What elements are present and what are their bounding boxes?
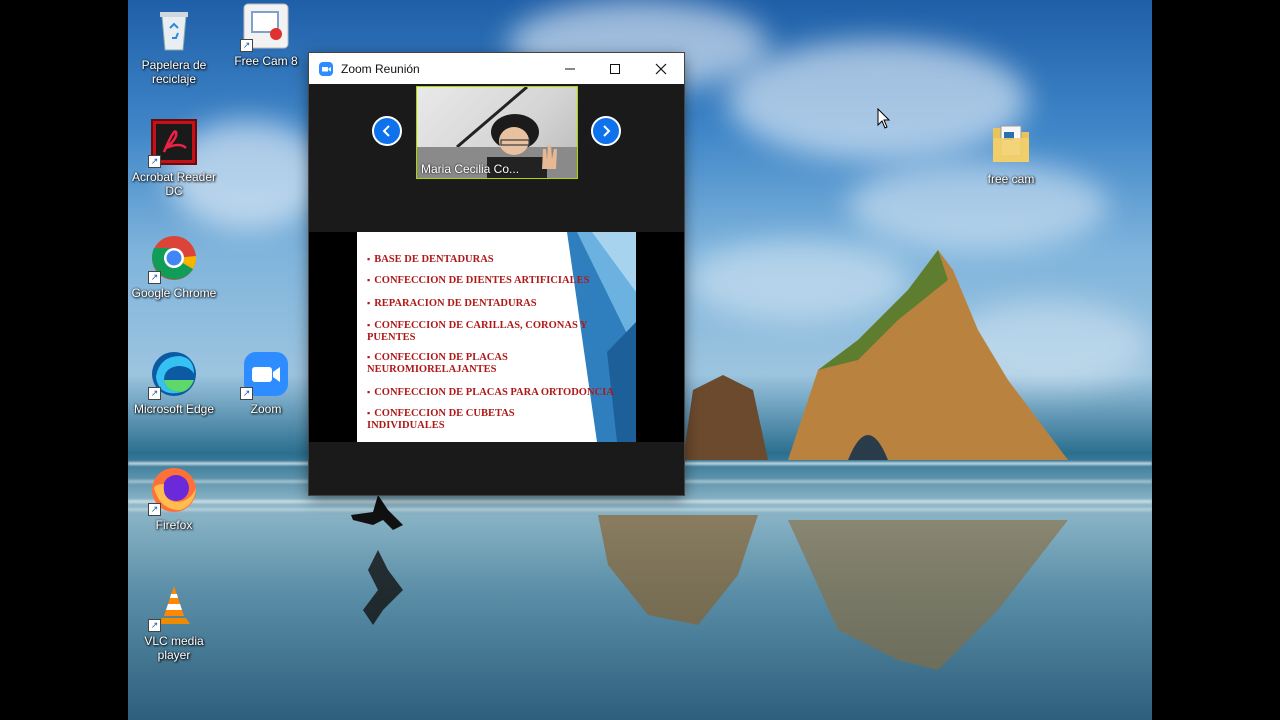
- slide-bullet: CONFECCION DE CUBETAS INDIVIDUALES: [367, 407, 537, 432]
- rock-arch-image: [788, 250, 1068, 670]
- desktop-icon-label: Google Chrome: [131, 286, 217, 300]
- zoom-icon: ↗: [240, 350, 290, 400]
- participant-video-tile[interactable]: Maria Cecilia Co...: [416, 86, 578, 179]
- desktop-icon-firefox[interactable]: ↗ Firefox: [129, 466, 219, 532]
- screen-share-area: BASE DE DENTADURAS CONFECCION DE DIENTES…: [309, 232, 684, 442]
- participant-video-strip: Maria Cecilia Co...: [309, 84, 684, 201]
- close-icon: [655, 63, 667, 74]
- chevron-right-icon: [603, 125, 611, 137]
- desktop-icon-chrome[interactable]: ↗ Google Chrome: [129, 234, 219, 300]
- desktop-icon-free-cam-8[interactable]: ↗ Free Cam 8: [221, 2, 311, 68]
- slide-bullet: BASE DE DENTADURAS: [367, 253, 493, 266]
- desktop-icon-edge[interactable]: ↗ Microsoft Edge: [129, 350, 219, 416]
- desktop-icon-label: Free Cam 8: [234, 54, 298, 68]
- desktop-icon-free-cam[interactable]: free cam: [966, 120, 1056, 186]
- minimize-icon: [565, 68, 575, 69]
- presentation-slide: BASE DE DENTADURAS CONFECCION DE DIENTES…: [357, 232, 636, 442]
- firefox-icon: ↗: [148, 466, 198, 516]
- window-titlebar[interactable]: Zoom Reunión: [309, 53, 684, 84]
- maximize-button[interactable]: [592, 53, 638, 84]
- recycle-bin-icon: [150, 6, 198, 54]
- zoom-logo-icon: [319, 61, 333, 76]
- desktop-icon-zoom[interactable]: ↗ Zoom: [221, 350, 311, 416]
- next-page-button[interactable]: [591, 116, 621, 146]
- close-button[interactable]: [638, 53, 684, 84]
- desktop-icon-label: Papelera de reciclaje: [141, 58, 207, 86]
- slide-bullet: CONFECCION DE DIENTES ARTIFICIALES: [367, 274, 589, 287]
- participant-name: Maria Cecilia Co...: [421, 162, 520, 176]
- edge-icon: ↗: [148, 350, 198, 400]
- window-title: Zoom Reunión: [341, 61, 420, 76]
- desktop-icon-label: VLC media player: [144, 634, 204, 662]
- rock-reflection-image: [598, 515, 758, 625]
- slide-bullet: CONFECCION DE CARILLAS, CORONAS Y PUENTE…: [367, 319, 607, 344]
- mouse-cursor-icon: [877, 108, 891, 129]
- previous-page-button[interactable]: [372, 116, 402, 146]
- acrobat-icon: ↗: [148, 118, 198, 168]
- zoom-meeting-window[interactable]: Zoom Reunión Maria Cecilia Co... ▪ BASE …: [309, 53, 684, 495]
- vlc-icon: ↗: [148, 582, 198, 632]
- meeting-bottom-bar: [309, 442, 684, 495]
- desktop-icon-label: Acrobat Reader DC: [131, 170, 217, 198]
- slide-bullet: CONFECCION DE PLACAS NEUROMIORELAJANTES: [367, 351, 537, 376]
- desktop-icon-label: Firefox: [155, 518, 193, 532]
- slide-bullet: CONFECCION DE PLACAS PARA ORTODONCIA: [367, 386, 614, 399]
- chrome-icon: ↗: [148, 234, 198, 284]
- slide-bullet: REPARACION DE DENTADURAS: [367, 297, 536, 310]
- folder-file-icon: [987, 120, 1035, 168]
- runner-silhouette-image: [351, 495, 403, 625]
- desktop-icon-recycle-bin[interactable]: Papelera de reciclaje: [129, 6, 219, 86]
- desktop-icon-vlc[interactable]: ↗ VLC media player: [129, 582, 219, 662]
- chevron-left-icon: [382, 125, 390, 137]
- desktop-icon-label: Zoom: [250, 402, 282, 416]
- maximize-icon: [610, 63, 620, 74]
- small-rock-image: [683, 375, 768, 460]
- desktop-icon-label: Microsoft Edge: [133, 402, 215, 416]
- desktop-icon-label: free cam: [987, 172, 1035, 186]
- free-cam-icon: ↗: [240, 2, 290, 52]
- desktop-icon-acrobat[interactable]: ↗ Acrobat Reader DC: [129, 118, 219, 198]
- minimize-button[interactable]: [547, 53, 593, 84]
